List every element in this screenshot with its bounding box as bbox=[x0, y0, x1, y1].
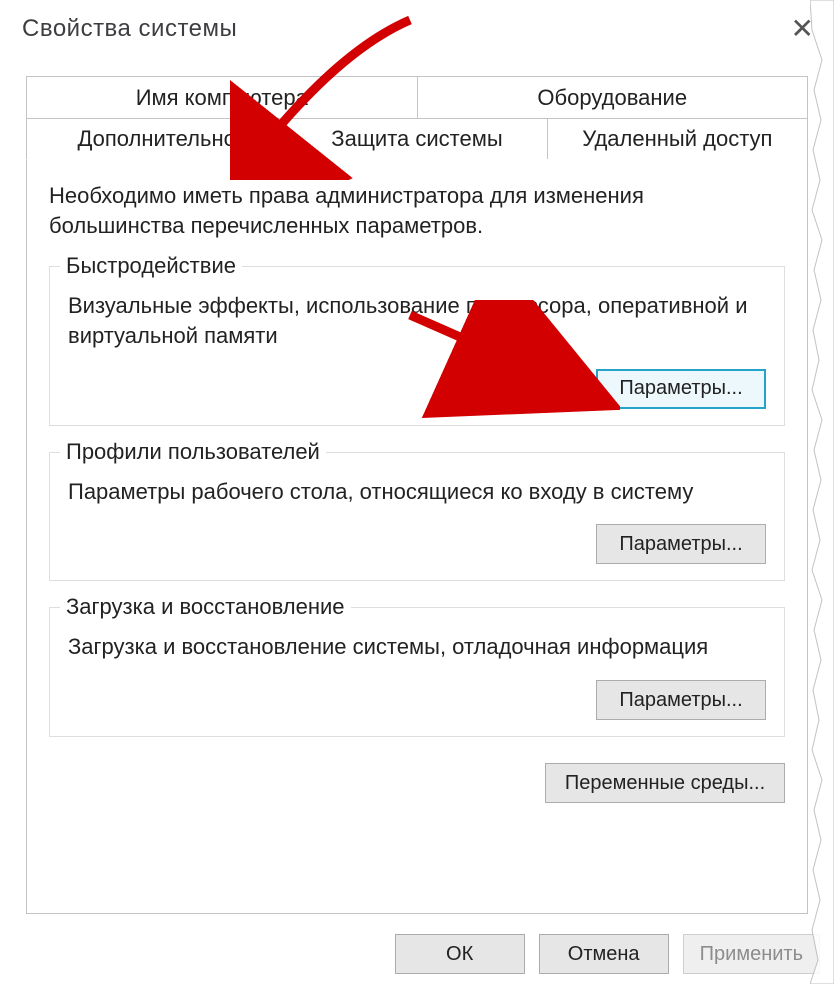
tab-computer-name[interactable]: Имя компьютера bbox=[26, 76, 418, 118]
profiles-settings-button[interactable]: Параметры... bbox=[596, 524, 766, 564]
startup-settings-button[interactable]: Параметры... bbox=[596, 680, 766, 720]
tab-label: Дополнительно bbox=[77, 126, 235, 152]
tab-row-1: Имя компьютера Оборудование bbox=[26, 76, 808, 118]
titlebar: Свойства системы ✕ bbox=[0, 0, 834, 58]
tab-row-2: Дополнительно Защита системы Удаленный д… bbox=[26, 118, 808, 160]
cancel-button[interactable]: Отмена bbox=[539, 934, 669, 974]
group-legend: Загрузка и восстановление bbox=[60, 594, 351, 620]
tab-label: Оборудование bbox=[537, 85, 687, 111]
tab-hardware[interactable]: Оборудование bbox=[417, 76, 809, 118]
button-row: Параметры... bbox=[68, 369, 766, 409]
button-row: Параметры... bbox=[68, 680, 766, 720]
group-legend: Быстродействие bbox=[60, 253, 242, 279]
window-title: Свойства системы bbox=[22, 15, 237, 43]
group-desc: Загрузка и восстановление системы, отлад… bbox=[68, 632, 766, 662]
group-desc: Визуальные эффекты, использование процес… bbox=[68, 291, 766, 350]
group-desc: Параметры рабочего стола, относящиеся ко… bbox=[68, 477, 766, 507]
tab-strip: Имя компьютера Оборудование Дополнительн… bbox=[26, 76, 808, 160]
tab-remote[interactable]: Удаленный доступ bbox=[547, 118, 808, 160]
group-user-profiles: Профили пользователей Параметры рабочего… bbox=[49, 452, 785, 582]
torn-edge-decoration bbox=[810, 0, 834, 984]
env-vars-row: Переменные среды... bbox=[49, 763, 785, 803]
tab-label: Удаленный доступ bbox=[582, 126, 772, 152]
tab-label: Защита системы bbox=[331, 126, 502, 152]
apply-button[interactable]: Применить bbox=[683, 934, 820, 974]
tab-page-advanced: Необходимо иметь права администратора дл… bbox=[26, 159, 808, 914]
button-row: Параметры... bbox=[68, 524, 766, 564]
group-startup-recovery: Загрузка и восстановление Загрузка и вос… bbox=[49, 607, 785, 737]
admin-note: Необходимо иметь права администратора дл… bbox=[49, 181, 785, 240]
environment-variables-button[interactable]: Переменные среды... bbox=[545, 763, 785, 803]
close-icon[interactable]: ✕ bbox=[783, 11, 822, 47]
tab-system-protection[interactable]: Защита системы bbox=[286, 118, 547, 160]
group-performance: Быстродействие Визуальные эффекты, испол… bbox=[49, 266, 785, 425]
ok-button[interactable]: ОК bbox=[395, 934, 525, 974]
group-legend: Профили пользователей bbox=[60, 439, 326, 465]
tab-label: Имя компьютера bbox=[136, 85, 308, 111]
dialog-button-bar: ОК Отмена Применить bbox=[395, 934, 820, 974]
performance-settings-button[interactable]: Параметры... bbox=[596, 369, 766, 409]
tab-advanced[interactable]: Дополнительно bbox=[26, 118, 287, 160]
